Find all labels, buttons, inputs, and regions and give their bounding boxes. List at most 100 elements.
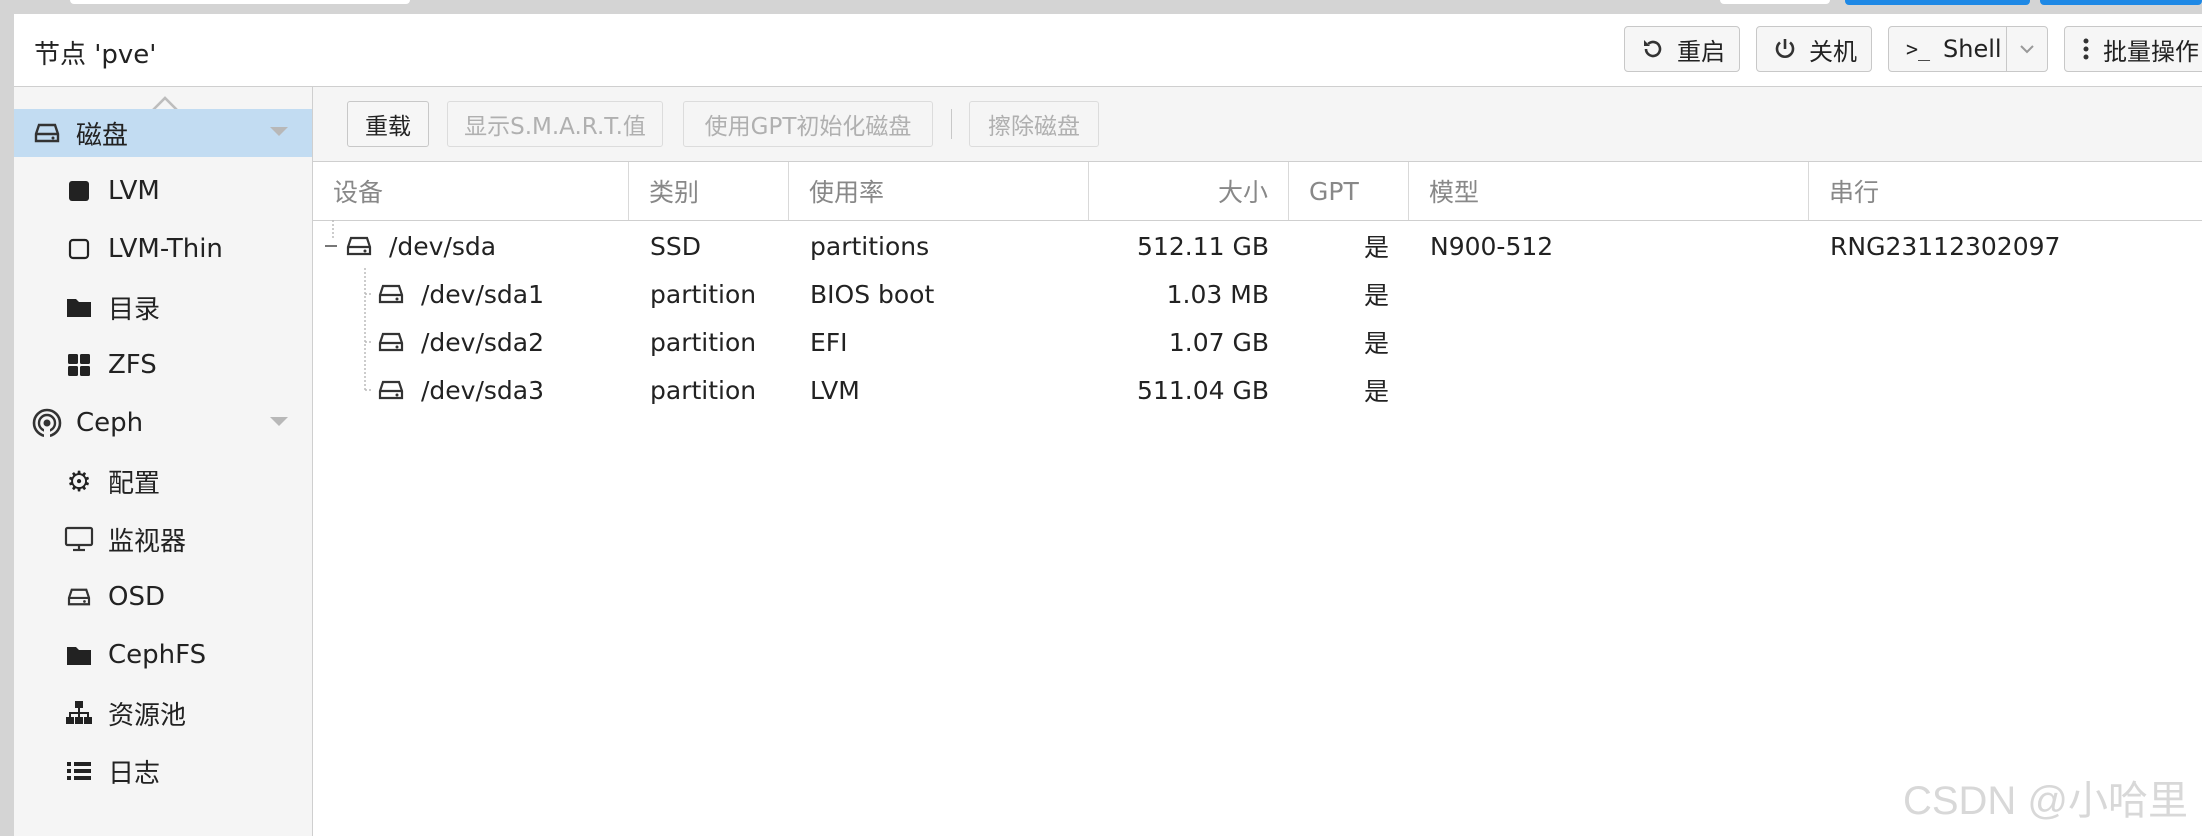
usage-cell: BIOS boot <box>810 279 935 309</box>
table-row[interactable]: /dev/sda2 partition EFI 1.07 GB 是 <box>313 318 2202 366</box>
size-cell: 1.07 GB <box>1168 327 1269 357</box>
sidebar-item-label: 配置 <box>108 468 161 499</box>
sidebar-item-zfs[interactable]: ZFS <box>14 341 312 389</box>
hdd-icon <box>64 582 94 612</box>
square-outline-icon <box>64 234 94 264</box>
list-icon <box>64 756 94 786</box>
node-sidebar: 磁盘 LVM LVM-Thin 目录 ZFS Ceph ⚙ 配置 监视器 OSD… <box>14 87 313 836</box>
shutdown-button[interactable]: 关机 <box>1756 26 1872 72</box>
sidebar-item-label: 磁盘 <box>76 120 129 151</box>
reload-icon <box>1639 35 1667 63</box>
top-chrome-fragment <box>70 0 410 4</box>
column-header-type[interactable]: 类别 <box>629 162 789 220</box>
gpt-cell: 是 <box>1363 329 1389 358</box>
collapse-caret-icon[interactable] <box>270 127 288 136</box>
gpt-cell: 是 <box>1363 281 1389 310</box>
sidebar-item-label: LVM-Thin <box>108 234 223 264</box>
node-title: 节点 'pve' <box>34 40 157 70</box>
folder-icon <box>64 292 94 322</box>
gpt-cell: 是 <box>1363 377 1389 406</box>
folder-icon <box>64 640 94 670</box>
device-cell: /dev/sda <box>389 231 497 261</box>
sidebar-item-label: 资源池 <box>108 700 187 731</box>
column-header-device[interactable]: 设备 <box>313 162 629 220</box>
sidebar-item-lvm-thin[interactable]: LVM-Thin <box>14 225 312 273</box>
disks-grid-header: 设备 类别 使用率 大小 GPT 模型 串行 <box>313 162 2202 221</box>
type-cell: partition <box>650 279 757 309</box>
hdd-icon <box>345 222 379 270</box>
bulk-actions-label: 批量操作 <box>2103 37 2199 66</box>
top-chrome-fragment <box>2040 0 2202 5</box>
toolbar-separator <box>951 109 952 139</box>
sitemap-icon <box>64 698 94 728</box>
size-cell: 1.03 MB <box>1166 279 1269 309</box>
sidebar-item-ceph[interactable]: Ceph <box>14 399 312 447</box>
sidebar-item-label: LVM <box>108 176 160 206</box>
node-panel: 节点 'pve' 重启 关机 >_ Shell 批量操作 磁盘 LVM LVM-… <box>14 14 2202 836</box>
square-icon <box>64 176 94 206</box>
device-cell: /dev/sda3 <box>421 375 545 405</box>
column-header-model[interactable]: 模型 <box>1409 162 1809 220</box>
panel-header: 节点 'pve' 重启 关机 >_ Shell 批量操作 <box>14 14 2202 87</box>
disks-content: 重载 显示S.M.A.R.T.值 使用GPT初始化磁盘 擦除磁盘 设备 类别 使… <box>313 87 2202 836</box>
top-chrome-fragment <box>1845 0 2030 5</box>
serial-cell: RNG23112302097 <box>1830 231 2061 261</box>
shell-button[interactable]: >_ Shell <box>1888 26 2048 72</box>
column-header-gpt[interactable]: GPT <box>1289 162 1409 220</box>
reload-button[interactable]: 重载 <box>347 101 429 147</box>
sidebar-item-log[interactable]: 日志 <box>14 747 312 795</box>
device-cell: /dev/sda1 <box>421 279 545 309</box>
terminal-icon: >_ <box>1905 37 1931 61</box>
sidebar-item-cephfs[interactable]: CephFS <box>14 631 312 679</box>
column-header-serial[interactable]: 串行 <box>1809 162 2202 220</box>
column-header-size[interactable]: 大小 <box>1089 162 1289 220</box>
chevron-down-icon <box>2020 45 2034 54</box>
model-cell: N900-512 <box>1430 231 1554 261</box>
table-row[interactable]: /dev/sda3 partition LVM 511.04 GB 是 <box>313 366 2202 414</box>
usage-cell: LVM <box>810 375 860 405</box>
disks-toolbar: 重载 显示S.M.A.R.T.值 使用GPT初始化磁盘 擦除磁盘 <box>313 87 2202 162</box>
sidebar-item-directory[interactable]: 目录 <box>14 283 312 331</box>
shell-dropdown-toggle[interactable] <box>2006 27 2047 71</box>
gear-icon: ⚙ <box>66 464 92 498</box>
left-chrome <box>0 0 14 836</box>
sidebar-item-lvm[interactable]: LVM <box>14 167 312 215</box>
shutdown-label: 关机 <box>1809 37 1857 66</box>
reboot-button[interactable]: 重启 <box>1624 26 1740 72</box>
ceph-icon <box>32 408 62 438</box>
sidebar-item-osd[interactable]: OSD <box>14 573 312 621</box>
shell-label: Shell <box>1943 35 2002 63</box>
sidebar-item-monitor[interactable]: 监视器 <box>14 515 312 563</box>
type-cell: SSD <box>650 231 701 261</box>
type-cell: partition <box>650 375 757 405</box>
table-row[interactable]: /dev/sda1 partition BIOS boot 1.03 MB 是 <box>313 270 2202 318</box>
collapse-node-icon[interactable] <box>323 222 341 270</box>
sidebar-item-label: 目录 <box>108 294 161 325</box>
init-gpt-button[interactable]: 使用GPT初始化磁盘 <box>683 101 933 147</box>
vertical-ellipsis-icon <box>2079 35 2093 63</box>
monitor-icon <box>64 524 94 554</box>
watermark: CSDN @小哈里 <box>1902 779 2188 823</box>
usage-cell: partitions <box>810 231 930 261</box>
sidebar-item-label: Ceph <box>76 408 144 438</box>
show-smart-button[interactable]: 显示S.M.A.R.T.值 <box>447 101 663 147</box>
size-cell: 511.04 GB <box>1137 375 1269 405</box>
power-icon <box>1771 35 1799 63</box>
collapse-caret-icon[interactable] <box>270 417 288 426</box>
hdd-icon <box>377 270 411 318</box>
top-chrome <box>0 0 2202 14</box>
sidebar-item-label: 监视器 <box>108 526 187 557</box>
sidebar-item-disks[interactable]: 磁盘 <box>14 109 312 157</box>
top-chrome-fragment <box>1720 0 1830 4</box>
hdd-icon <box>32 118 62 148</box>
bulk-actions-button[interactable]: 批量操作 <box>2064 26 2202 72</box>
column-header-usage[interactable]: 使用率 <box>789 162 1089 220</box>
usage-cell: EFI <box>810 327 848 357</box>
gpt-cell: 是 <box>1363 233 1389 262</box>
table-row[interactable]: /dev/sda SSD partitions 512.11 GB 是 N900… <box>313 222 2202 270</box>
wipe-disk-button[interactable]: 擦除磁盘 <box>969 101 1099 147</box>
grid-icon <box>64 350 94 380</box>
type-cell: partition <box>650 327 757 357</box>
sidebar-item-pools[interactable]: 资源池 <box>14 689 312 737</box>
sidebar-item-config[interactable]: ⚙ 配置 <box>14 457 312 505</box>
